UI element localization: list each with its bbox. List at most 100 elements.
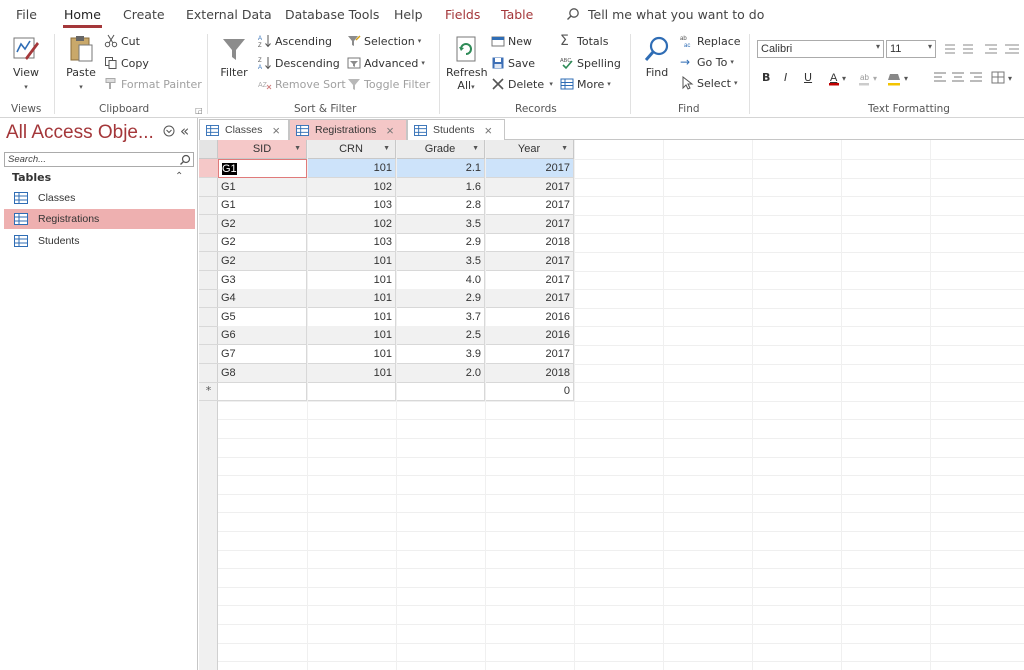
new-record-marker[interactable]: *: [199, 382, 218, 402]
bold-button[interactable]: B: [762, 71, 770, 84]
table-cell-crn[interactable]: 102: [307, 214, 396, 234]
totals-button[interactable]: Σ Totals: [560, 34, 608, 48]
clipboard-launcher-icon[interactable]: ◲: [195, 106, 203, 115]
underline-button[interactable]: U: [804, 71, 812, 84]
refresh-all-button[interactable]: Refresh All▾: [446, 34, 488, 92]
chevron-down-icon[interactable]: ▼: [294, 140, 301, 158]
table-cell-sid[interactable]: G1: [218, 159, 307, 178]
tab-table[interactable]: Table: [501, 7, 533, 22]
doc-tab-students[interactable]: Students ×: [407, 119, 505, 140]
tab-create[interactable]: Create: [123, 7, 165, 22]
nav-section-tables[interactable]: Tables: [12, 171, 51, 184]
table-cell-sid[interactable]: [218, 382, 307, 402]
table-cell-crn[interactable]: 103: [307, 233, 396, 253]
close-icon[interactable]: ×: [484, 123, 492, 138]
font-family-select[interactable]: Calibri ▾: [757, 40, 884, 58]
font-size-select[interactable]: 11 ▾: [886, 40, 936, 58]
save-record-button[interactable]: Save: [491, 56, 535, 70]
doc-tab-registrations[interactable]: Registrations ×: [289, 119, 407, 140]
collapse-pane-icon[interactable]: «: [180, 122, 189, 140]
tab-external-data[interactable]: External Data: [186, 7, 272, 22]
table-cell-grade[interactable]: 3.7: [396, 307, 485, 327]
table-cell-grade[interactable]: [396, 382, 485, 402]
chevron-down-icon[interactable]: ▼: [383, 140, 390, 158]
go-to-button[interactable]: → Go To ▾: [680, 55, 734, 69]
format-painter-button[interactable]: Format Painter: [104, 77, 202, 91]
table-cell-year[interactable]: 2016: [485, 307, 574, 327]
table-cell-grade[interactable]: 2.9: [396, 289, 485, 309]
table-cell-grade[interactable]: 1.6: [396, 177, 485, 197]
record-selector[interactable]: [199, 196, 218, 216]
table-cell-sid[interactable]: G6: [218, 326, 307, 346]
table-cell-year[interactable]: 2017: [485, 252, 574, 271]
view-button[interactable]: View ▾: [10, 34, 42, 92]
selection-button[interactable]: Selection ▾: [347, 34, 421, 48]
tab-database-tools[interactable]: Database Tools: [285, 7, 379, 22]
table-cell-crn[interactable]: 102: [307, 177, 396, 197]
table-cell-year[interactable]: 2017: [485, 196, 574, 216]
record-selector[interactable]: [199, 159, 218, 178]
ascending-button[interactable]: AZ Ascending: [258, 34, 332, 49]
table-cell-crn[interactable]: 101: [307, 345, 396, 364]
chevron-up-icon[interactable]: ⌃: [175, 171, 183, 182]
table-cell-year[interactable]: 2017: [485, 289, 574, 309]
table-cell-sid[interactable]: G3: [218, 270, 307, 290]
table-cell-grade[interactable]: 2.5: [396, 326, 485, 346]
record-selector[interactable]: [199, 215, 218, 234]
chevron-down-circle-icon[interactable]: [163, 125, 175, 140]
select-button[interactable]: Select ▾: [680, 76, 737, 90]
table-cell-year[interactable]: 2017: [485, 159, 574, 178]
table-cell-year[interactable]: 2017: [485, 345, 574, 364]
table-cell-crn[interactable]: [307, 382, 396, 402]
select-all-corner[interactable]: [199, 140, 218, 159]
record-selector[interactable]: [199, 233, 218, 253]
spelling-button[interactable]: ABC Spelling: [560, 56, 621, 70]
table-cell-crn[interactable]: 103: [307, 196, 396, 216]
tab-home[interactable]: Home: [63, 7, 102, 28]
remove-sort-button[interactable]: AZ Remove Sort: [258, 77, 346, 91]
nav-item-registrations[interactable]: Registrations: [4, 209, 195, 229]
table-cell-grade[interactable]: 2.9: [396, 233, 485, 253]
find-button[interactable]: Find: [640, 34, 674, 79]
table-cell-sid[interactable]: G1: [218, 196, 307, 216]
tab-fields[interactable]: Fields: [445, 7, 480, 22]
column-header-crn[interactable]: CRN ▼: [307, 140, 396, 159]
table-cell-crn[interactable]: 101: [307, 326, 396, 346]
table-cell-year[interactable]: 2017: [485, 270, 574, 290]
more-button[interactable]: More ▾: [560, 77, 611, 91]
table-cell-crn[interactable]: 101: [307, 289, 396, 309]
table-cell-year[interactable]: 2017: [485, 177, 574, 197]
table-cell-sid[interactable]: G8: [218, 363, 307, 383]
filter-button[interactable]: Filter: [216, 34, 252, 79]
table-cell-grade[interactable]: 4.0: [396, 270, 485, 290]
tab-help[interactable]: Help: [394, 7, 423, 22]
table-cell-grade[interactable]: 2.1: [396, 159, 485, 178]
table-cell-crn[interactable]: 101: [307, 159, 396, 178]
record-selector[interactable]: [199, 271, 218, 290]
close-icon[interactable]: ×: [386, 123, 394, 138]
table-cell-sid[interactable]: G4: [218, 289, 307, 309]
record-selector[interactable]: [199, 178, 218, 197]
table-cell-grade[interactable]: 2.8: [396, 196, 485, 216]
close-icon[interactable]: ×: [272, 123, 280, 138]
column-header-sid[interactable]: SID ▼: [218, 140, 307, 159]
doc-tab-classes[interactable]: Classes ×: [199, 119, 289, 140]
table-cell-crn[interactable]: 101: [307, 252, 396, 271]
table-cell-sid[interactable]: G2: [218, 252, 307, 271]
record-selector[interactable]: [199, 289, 218, 309]
record-selector[interactable]: [199, 326, 218, 346]
italic-button[interactable]: I: [784, 71, 787, 84]
nav-item-students[interactable]: Students: [4, 231, 195, 251]
table-cell-sid[interactable]: G2: [218, 233, 307, 253]
cut-button[interactable]: Cut: [104, 34, 140, 48]
table-cell-crn[interactable]: 101: [307, 270, 396, 290]
delete-record-button[interactable]: Delete ▾: [491, 77, 553, 91]
font-color-controls[interactable]: A ▾ ab ▾ ▾: [828, 70, 920, 86]
table-cell-crn[interactable]: 101: [307, 307, 396, 327]
record-selector[interactable]: [199, 364, 218, 383]
table-cell-crn[interactable]: 101: [307, 363, 396, 383]
tell-me-box[interactable]: Tell me what you want to do: [566, 7, 764, 22]
table-cell-sid[interactable]: G2: [218, 214, 307, 234]
paste-button[interactable]: Paste ▾: [64, 34, 98, 92]
chevron-down-icon[interactable]: ▼: [561, 140, 568, 158]
